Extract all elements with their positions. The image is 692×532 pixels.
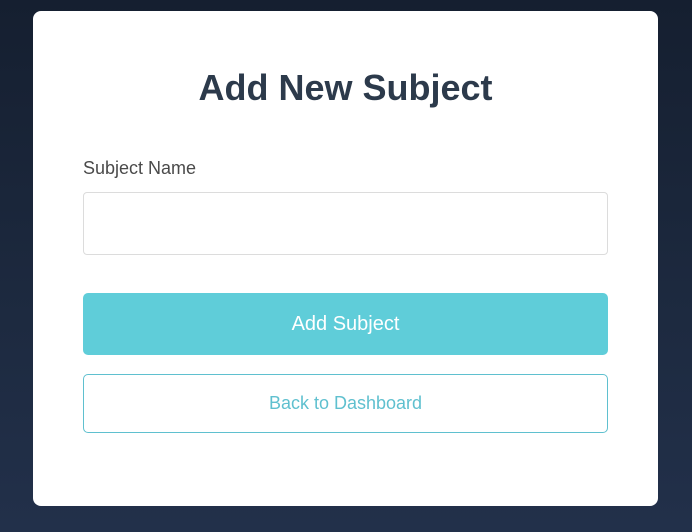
back-to-dashboard-button[interactable]: Back to Dashboard	[83, 374, 608, 433]
subject-name-input[interactable]	[83, 192, 608, 255]
subject-name-label: Subject Name	[83, 158, 197, 178]
add-subject-card: Add New Subject Subject Name Add Subject…	[33, 11, 658, 506]
add-subject-button[interactable]: Add Subject	[83, 293, 608, 355]
page-title: Add New Subject	[198, 67, 493, 108]
